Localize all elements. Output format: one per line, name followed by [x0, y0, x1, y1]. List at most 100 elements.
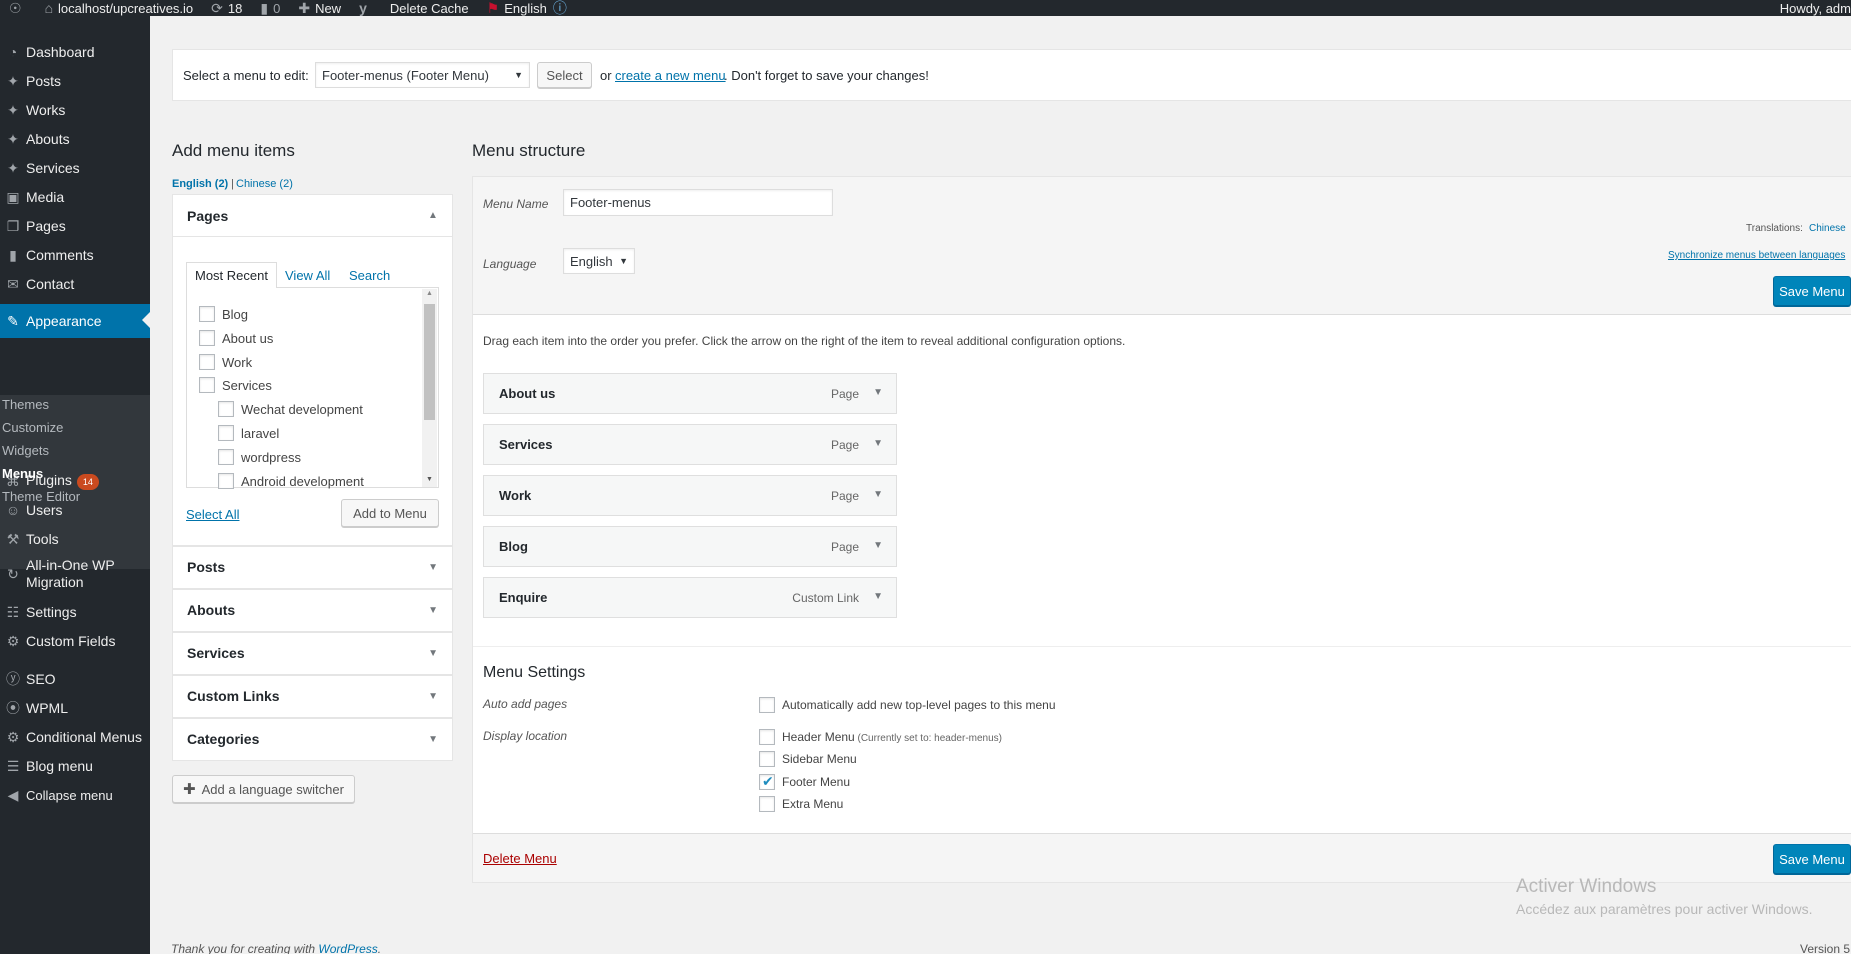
location-checkbox-footer-menu[interactable]	[759, 773, 775, 790]
save-changes-note: . Don't forget to save your changes!	[724, 68, 929, 83]
sidebar-item-label: All-in-One WP	[26, 557, 115, 573]
uk-flag-icon: ⚑	[486, 0, 500, 16]
site-name-link[interactable]: ⌂ localhost/upcreatives.io	[36, 0, 203, 16]
language-switcher-link[interactable]: ⚑ English ⓘ	[478, 0, 581, 16]
menu-select-value: Footer-menus (Footer Menu)	[322, 67, 489, 83]
page-checkbox-label: wordpress	[241, 449, 301, 465]
page-checkbox[interactable]	[218, 472, 234, 489]
submenu-item-theme-editor[interactable]: Theme Editor	[2, 489, 80, 504]
sidebar-item-all-in-one-wp[interactable]: ↻ All-in-One WP Migration	[0, 554, 150, 594]
accordion-abouts[interactable]: Abouts ▼	[172, 589, 453, 632]
page-checkbox[interactable]	[218, 401, 234, 418]
accordion-services[interactable]: Services ▼	[172, 632, 453, 675]
updates-link[interactable]: ⟳ 18	[202, 0, 251, 16]
menu-item-type: Page	[830, 438, 859, 452]
page-checkbox[interactable]	[199, 329, 215, 346]
expand-arrow-icon[interactable]: ▼	[873, 540, 883, 551]
comments-link[interactable]: ▮ 0	[251, 0, 289, 16]
tab-search[interactable]: Search	[349, 268, 390, 283]
save-menu-button-top[interactable]: Save Menu	[1773, 276, 1851, 306]
submenu-item-widgets[interactable]: Widgets	[2, 443, 49, 458]
menu-item-blog[interactable]: Blog Page ▼	[483, 526, 897, 567]
expand-arrow-icon[interactable]: ▼	[873, 591, 883, 602]
accordion-categories[interactable]: Categories ▼	[172, 718, 453, 761]
submenu-item-customize[interactable]: Customize	[2, 420, 63, 435]
yoast-seo-button[interactable]: y	[350, 0, 381, 16]
expand-arrow-icon[interactable]: ▼	[873, 489, 883, 500]
menu-name-value: Footer-menus	[570, 195, 651, 210]
location-checkbox-extra-menu[interactable]	[759, 795, 775, 812]
wordpress-link[interactable]: WordPress	[318, 942, 377, 954]
language-select-value: English	[570, 253, 613, 269]
sidebar-item-appearance[interactable]: ✎ Appearance	[0, 304, 150, 338]
menu-name-label: Menu Name	[483, 197, 549, 211]
add-to-menu-button[interactable]: Add to Menu	[341, 499, 439, 527]
language-select[interactable]: English ▼	[563, 248, 635, 274]
submenu-item-themes[interactable]: Themes	[2, 397, 49, 412]
sidebar-item-label: Blog menu	[26, 757, 93, 774]
select-button[interactable]: Select	[537, 62, 592, 88]
page-checkbox[interactable]	[218, 448, 234, 465]
submenu-item-menus[interactable]: Menus	[2, 466, 43, 481]
synchronize-menus-link[interactable]: Synchronize menus between languages	[1668, 250, 1845, 261]
sidebar-item-custom-fields[interactable]: ⚙ Custom Fields	[0, 624, 150, 658]
language-label: Language	[483, 257, 537, 271]
chevron-down-icon: ▼	[514, 70, 523, 80]
lang-english-link[interactable]: English (2)	[172, 178, 228, 190]
page-checkbox[interactable]	[199, 353, 215, 370]
accordion-custom-links[interactable]: Custom Links ▼	[172, 675, 453, 718]
account-link[interactable]: Howdy, adm	[1771, 0, 1851, 16]
page-checkbox[interactable]	[218, 425, 234, 441]
delete-menu-link[interactable]: Delete Menu	[483, 851, 557, 866]
new-content-link[interactable]: ✚ New	[289, 0, 350, 16]
page-checkbox[interactable]	[199, 306, 215, 322]
menu-item-title: Work	[499, 488, 532, 503]
sidebar-item-label-wrap: Appearance	[26, 313, 102, 330]
add-language-switcher-button[interactable]: ✚ Add a language switcher	[172, 775, 355, 803]
sidebar-item-tools[interactable]: ⚒ Tools	[0, 522, 150, 556]
sidebar-item-label: Collapse menu	[26, 787, 113, 803]
menu-item-about-us[interactable]: About us Page ▼	[483, 373, 897, 414]
translations-chinese-link[interactable]: Chinese	[1809, 223, 1846, 234]
chevron-down-icon: ▼	[428, 691, 438, 702]
menu-select-dropdown[interactable]: Footer-menus (Footer Menu) ▼	[315, 62, 530, 88]
delete-cache-link[interactable]: Delete Cache	[381, 0, 478, 16]
auto-add-checkbox[interactable]	[759, 697, 775, 713]
expand-arrow-icon[interactable]: ▼	[873, 387, 883, 398]
plus-icon: ✚	[298, 0, 311, 16]
pages-title: Pages	[187, 208, 229, 224]
wpml-icon: ⦿	[6, 700, 20, 716]
save-menu-button-bottom[interactable]: Save Menu	[1773, 844, 1851, 874]
accordion-posts[interactable]: Posts ▼	[172, 546, 453, 589]
page-checkbox[interactable]	[199, 377, 215, 394]
sidebar-item-label-wrap: Contact	[26, 276, 74, 293]
tab-most-recent-label: Most Recent	[195, 268, 268, 283]
menu-item-work[interactable]: Work Page ▼	[483, 475, 897, 516]
mail-icon: ✉	[7, 275, 19, 292]
location-checkbox-sidebar-menu[interactable]	[759, 751, 775, 768]
translations-label: Translations:	[1746, 223, 1803, 234]
sidebar-item-collapse-menu[interactable]: ◀ Collapse menu	[0, 778, 150, 812]
menu-item-services[interactable]: Services Page ▼	[483, 424, 897, 465]
create-new-menu-link[interactable]: create a new menu	[615, 68, 726, 83]
chevron-up-icon[interactable]: ▲	[428, 210, 438, 221]
sidebar-item-label-wrap: Collapse menu	[26, 787, 113, 804]
media-icon: ▣	[6, 188, 20, 205]
location-label-text: Footer Menu	[782, 774, 851, 789]
sidebar-item-contact[interactable]: ✉ Contact	[0, 267, 150, 301]
scroll-up-icon[interactable]: ▲	[426, 290, 433, 297]
auto-add-label: Auto add pages	[483, 697, 568, 711]
pages-scroll-thumb[interactable]	[424, 304, 435, 420]
tab-view-all[interactable]: View All	[285, 268, 330, 283]
select-all-link[interactable]: Select All	[186, 507, 239, 522]
comments-icon: ▮	[260, 0, 269, 16]
sidebar-item-label: Media	[26, 188, 65, 205]
location-checkbox-header-menu[interactable]	[759, 729, 775, 745]
scroll-down-icon[interactable]: ▼	[426, 476, 433, 483]
menu-item-enquire[interactable]: Enquire Custom Link ▼	[483, 577, 897, 618]
wordpress-logo-button[interactable]: ☉	[0, 0, 36, 16]
lang-chinese-link[interactable]: Chinese (2)	[236, 178, 293, 190]
menu-item-type: Page	[830, 540, 859, 554]
menu-name-input[interactable]: Footer-menus	[563, 189, 833, 216]
expand-arrow-icon[interactable]: ▼	[873, 438, 883, 449]
